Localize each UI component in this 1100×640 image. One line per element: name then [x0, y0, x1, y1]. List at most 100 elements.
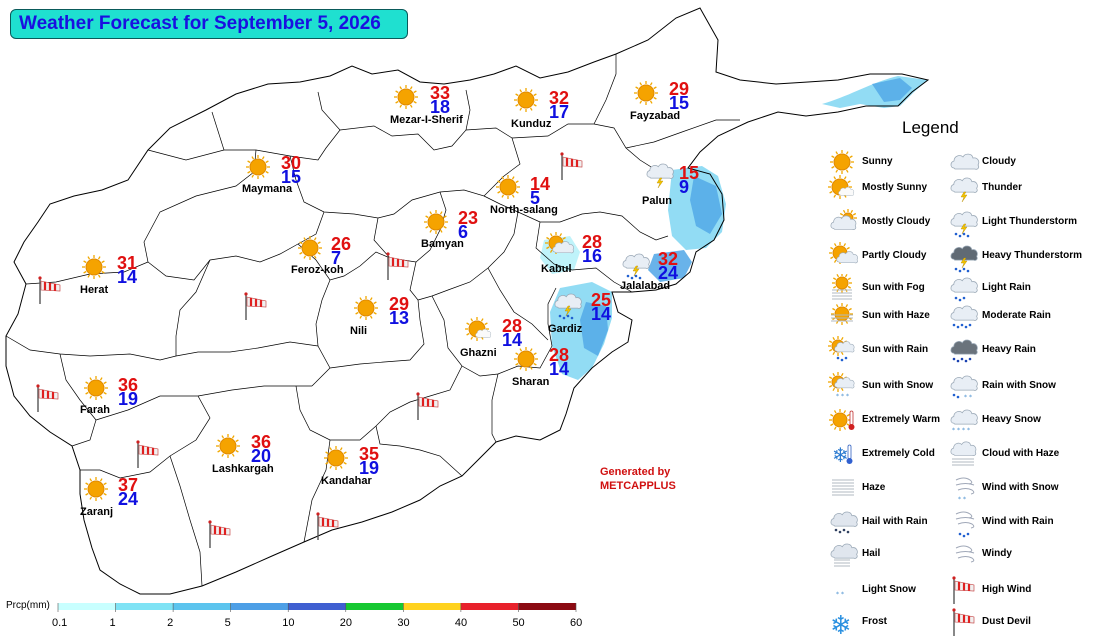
legend-label: Wind with Snow [982, 482, 1059, 493]
legend-title: Legend [902, 118, 959, 137]
high-wind-icon [382, 252, 414, 289]
legend-label: Partly Cloudy [862, 250, 927, 261]
legend-label: Extremely Warm [862, 414, 940, 425]
legend-label: Light Snow [862, 584, 916, 595]
svg-text:*: * [962, 427, 965, 434]
colorbar-tick-label: 30 [397, 617, 410, 629]
herat-city-label: Herat [80, 284, 109, 296]
farah-min-temp: 19 [118, 389, 139, 409]
high-wind-icon [204, 520, 236, 557]
legend-label: Mostly Sunny [862, 182, 928, 193]
high-wind-icon [556, 152, 588, 189]
legend-label: Frost [862, 616, 887, 627]
colorbar-label: Prcp(mm) [6, 600, 50, 611]
legend-label: Wind with Rain [982, 516, 1054, 527]
svg-text:*: * [957, 427, 960, 434]
high-wind-icon [34, 276, 66, 313]
gardiz-light-thunderstorm-icon [552, 290, 584, 327]
colorbar-tick-label: 0.1 [52, 617, 68, 629]
svg-text:*: * [958, 496, 961, 503]
fayzabad-city-label: Fayzabad [630, 110, 681, 122]
generated-by-line1: Generated by [600, 466, 671, 478]
svg-text:*: * [846, 393, 849, 400]
svg-text:*: * [967, 427, 970, 434]
legend-label: Cloud with Haze [982, 448, 1060, 459]
legend-label: Light Rain [982, 282, 1031, 293]
high-wind-icon [132, 440, 164, 477]
kabul-city-label: Kabul [541, 263, 572, 275]
legend-label: High Wind [982, 584, 1032, 595]
gardiz-city-label: Gardiz [548, 323, 583, 335]
colorbar-tick-label: 60 [570, 617, 583, 629]
legend-label: Cloudy [982, 156, 1016, 167]
feroz-koh-city-label: Feroz-koh [291, 264, 344, 276]
legend-label: Heavy Rain [982, 344, 1036, 355]
bamyan-city-label: Bamyan [421, 238, 464, 250]
colorbar-tick-label: 1 [109, 617, 116, 629]
kandahar-city-label: Kandahar [321, 475, 372, 487]
legend-label: Dust Devil [982, 616, 1031, 627]
colorbar-tick-label: 40 [454, 617, 468, 629]
north-salang-city-label: North-salang [490, 204, 558, 216]
legend-label: Haze [862, 482, 886, 493]
legend-label: Extremely Cold [862, 448, 935, 459]
svg-text:*: * [969, 394, 972, 401]
svg-text:*: * [836, 393, 839, 400]
nili-min-temp: 13 [389, 308, 410, 328]
legend-label: Heavy Snow [982, 414, 1041, 425]
colorbar-tick-label: 50 [512, 617, 525, 629]
svg-text:*: * [836, 591, 839, 598]
high-wind-icon [412, 392, 444, 429]
nili-city-label: Nili [350, 325, 368, 337]
legend-label: Sun with Rain [862, 344, 929, 355]
svg-text:❄: ❄ [832, 443, 849, 467]
svg-text:*: * [963, 496, 966, 503]
legend-label: Sun with Haze [862, 310, 930, 321]
colorbar-tick-label: 10 [282, 617, 295, 629]
lashkargah-city-label: Lashkargah [212, 463, 274, 475]
zaranj-city-label: Zaranj [80, 506, 114, 518]
legend-label: Thunder [982, 182, 1022, 193]
legend-label: Hail with Rain [862, 516, 928, 527]
gardiz-min-temp: 14 [591, 304, 612, 324]
palun-city-label: Palun [642, 195, 672, 207]
sharan-city-label: Sharan [512, 376, 550, 388]
svg-text:*: * [841, 393, 844, 400]
legend-label: Rain with Snow [982, 380, 1056, 391]
legend-label: Light Thunderstorm [982, 216, 1077, 227]
herat-min-temp: 14 [117, 267, 138, 287]
maymana-city-label: Maymana [242, 183, 293, 195]
legend-label: Mostly Cloudy [862, 216, 931, 227]
zaranj-min-temp: 24 [118, 489, 139, 509]
svg-text:*: * [952, 427, 955, 434]
svg-text:*: * [841, 591, 844, 598]
jalalabad-city-label: Jalalabad [620, 280, 671, 292]
kunduz-city-label: Kunduz [511, 118, 552, 130]
generated-by-line2: METCAPPLUS [600, 480, 676, 492]
palun-thunder-icon [644, 160, 676, 197]
legend-label: Heavy Thunderstorm [982, 250, 1083, 261]
colorbar-tick-label: 20 [339, 617, 353, 629]
mezar-i-sherif-city-label: Mezar-I-Sherif [390, 114, 463, 126]
generated-by: Generated by METCAPPLUS [600, 465, 676, 493]
legend-label: Hail [862, 548, 881, 559]
svg-text:*: * [964, 394, 967, 401]
legend-label: Windy [982, 548, 1012, 559]
legend-label: Sun with Snow [862, 380, 934, 391]
high-wind-icon [32, 384, 64, 421]
svg-text:❄: ❄ [830, 611, 852, 640]
legend-label: Moderate Rain [982, 310, 1051, 321]
kunduz-min-temp: 17 [549, 102, 570, 122]
high-wind-icon [312, 512, 344, 549]
ghazni-city-label: Ghazni [460, 347, 497, 359]
high-wind-icon [240, 292, 272, 329]
sharan-min-temp: 14 [549, 359, 570, 379]
palun-min-temp: 9 [679, 177, 690, 197]
farah-city-label: Farah [80, 404, 110, 416]
kabul-min-temp: 16 [582, 246, 603, 266]
legend-label: Sun with Fog [862, 282, 925, 293]
colorbar-tick-label: 2 [167, 617, 174, 629]
colorbar-tick-label: 5 [224, 617, 231, 629]
precipitation-areas [540, 76, 928, 380]
legend-label: Sunny [862, 156, 893, 167]
